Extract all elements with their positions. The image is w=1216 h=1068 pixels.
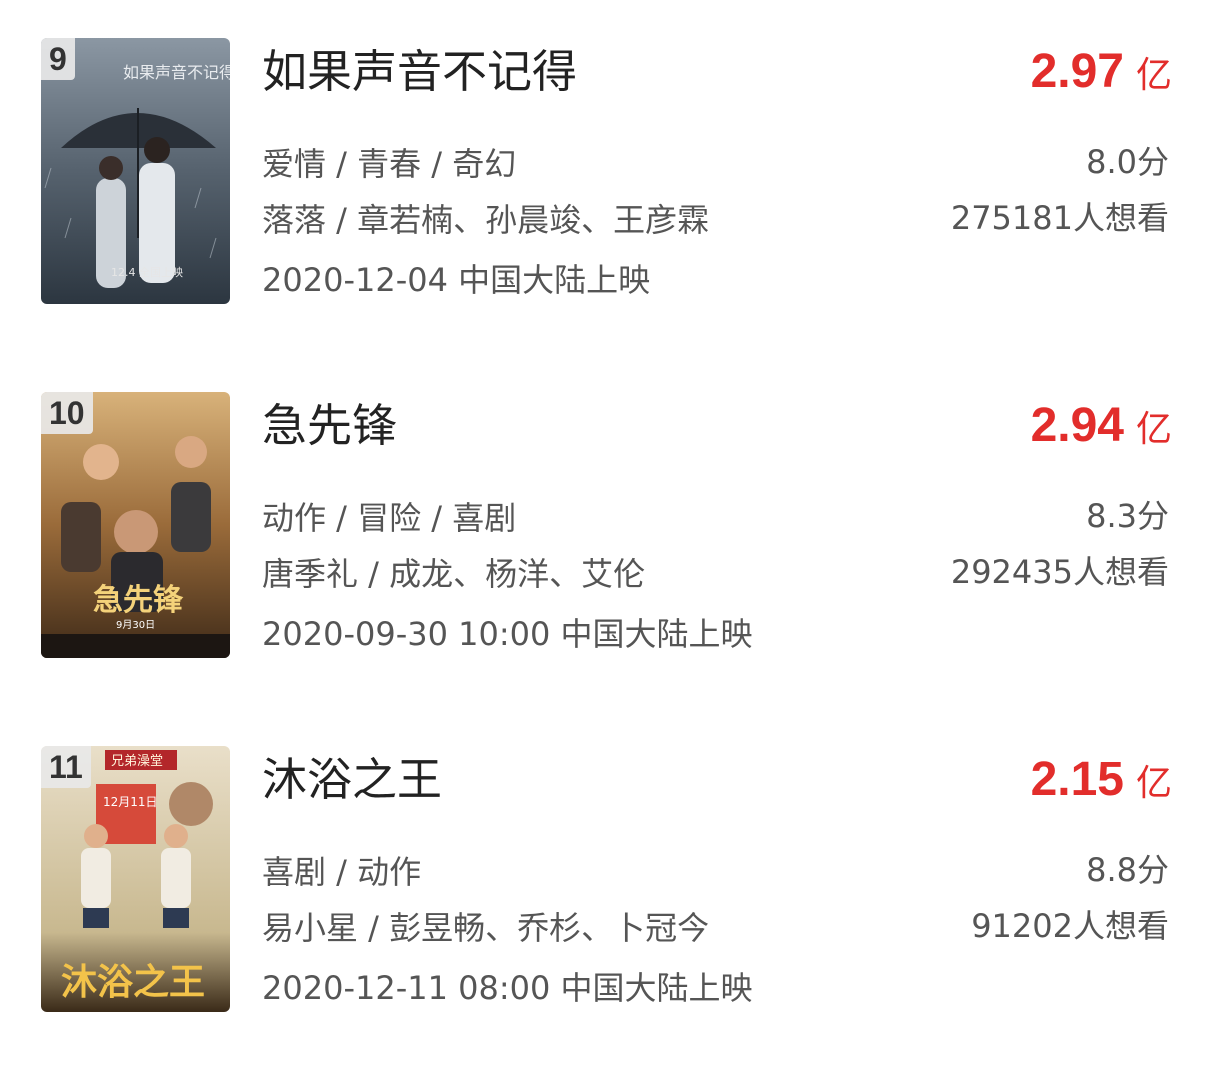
movie-release: 2020-12-04 中国大陆上映 xyxy=(262,261,651,299)
movie-item[interactable]: 兄弟澡堂 12月11日 沐浴之王 11 沐浴之王 2.15 亿 喜剧 / 动作 … xyxy=(0,746,1216,1016)
rank-badge: 9 xyxy=(41,38,75,80)
rank-badge: 11 xyxy=(41,746,91,788)
movie-item[interactable]: 如果声音不记得 12.4 全国上映 9 如果声音不记得 2.97 亿 爱情 / … xyxy=(0,38,1216,308)
box-office-unit: 亿 xyxy=(1135,55,1172,96)
box-office-unit: 亿 xyxy=(1135,763,1172,804)
movie-rating: 8.0分 xyxy=(1086,143,1169,181)
movie-release: 2020-09-30 10:00 中国大陆上映 xyxy=(262,615,753,653)
want-to-see-count: 292435人想看 xyxy=(950,553,1169,591)
movie-genre: 喜剧 / 动作 xyxy=(262,853,422,891)
movie-release: 2020-12-11 08:00 中国大陆上映 xyxy=(262,969,753,1007)
poster-title-text: 如果声音不记得 xyxy=(123,63,230,82)
movie-cast: 易小星 / 彭昱畅、乔杉、卜冠今 xyxy=(262,909,710,947)
movie-title[interactable]: 沐浴之王 xyxy=(262,750,442,810)
movie-rating: 8.3分 xyxy=(1086,497,1169,535)
movie-cast: 唐季礼 / 成龙、杨洋、艾伦 xyxy=(262,555,646,593)
poster-sign-text: 兄弟澡堂 xyxy=(111,754,163,769)
movie-title[interactable]: 如果声音不记得 xyxy=(262,42,577,102)
movie-rating: 8.8分 xyxy=(1086,851,1169,889)
box-office: 2.94 亿 xyxy=(1031,396,1172,456)
poster-title-text: 急先锋 xyxy=(93,583,184,618)
box-office-unit: 亿 xyxy=(1135,409,1172,450)
movie-poster[interactable]: 急先锋 9月30日 10 xyxy=(41,392,230,658)
poster-title-text: 沐浴之王 xyxy=(61,962,205,1003)
movie-title[interactable]: 急先锋 xyxy=(262,396,397,456)
movie-item[interactable]: 急先锋 9月30日 10 急先锋 2.94 亿 动作 / 冒险 / 喜剧 唐季礼… xyxy=(0,392,1216,662)
box-office-value: 2.97 xyxy=(1030,45,1124,98)
movie-poster[interactable]: 如果声音不记得 12.4 全国上映 9 xyxy=(41,38,230,304)
movie-poster[interactable]: 兄弟澡堂 12月11日 沐浴之王 11 xyxy=(41,746,230,1012)
movie-genre: 爱情 / 青春 / 奇幻 xyxy=(262,145,517,183)
rank-badge: 10 xyxy=(41,392,93,434)
movie-cast: 落落 / 章若楠、孙晨竣、王彦霖 xyxy=(262,201,710,239)
movie-genre: 动作 / 冒险 / 喜剧 xyxy=(262,499,517,537)
poster-date-text: 12月11日 xyxy=(103,795,158,809)
want-to-see-count: 275181人想看 xyxy=(950,199,1169,237)
poster-date-text: 9月30日 xyxy=(116,619,155,631)
poster-date-text: 12.4 全国上映 xyxy=(111,265,183,279)
box-office-value: 2.15 xyxy=(1030,753,1124,806)
box-office-value: 2.94 xyxy=(1030,399,1124,452)
want-to-see-count: 91202人想看 xyxy=(971,907,1169,945)
box-office: 2.15 亿 xyxy=(1031,750,1172,810)
box-office: 2.97 亿 xyxy=(1031,42,1172,102)
